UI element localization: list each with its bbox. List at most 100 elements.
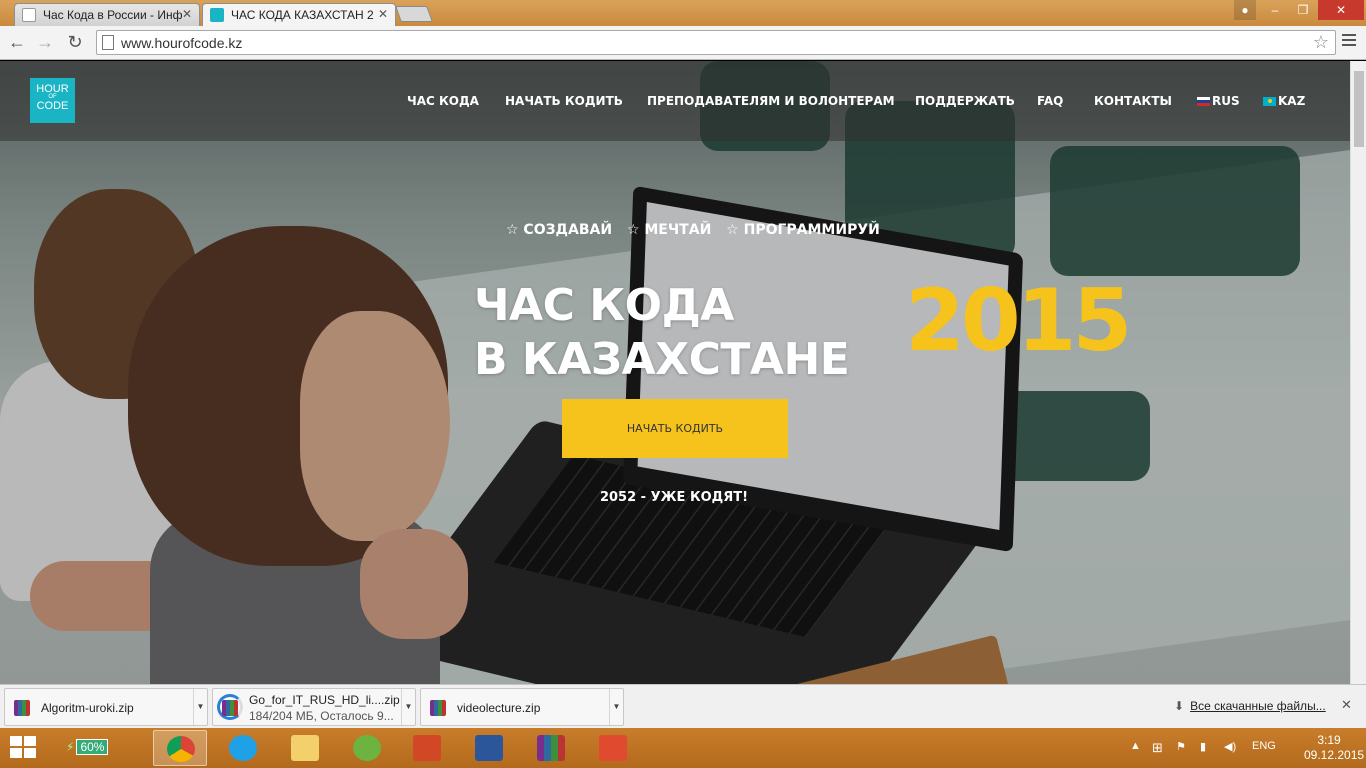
tagline-program: ☆ ПРОГРАММИРУЙ bbox=[726, 222, 880, 238]
download-item[interactable]: videolecture.zip ▼ bbox=[420, 688, 624, 726]
taskbar-clock[interactable]: 3:19 09.12.2015 bbox=[1304, 733, 1365, 763]
hero-year: 2015 bbox=[905, 271, 1132, 371]
coders-counter: 2052 - УЖЕ КОДЯТ! bbox=[0, 490, 1350, 505]
winrar-archive-icon bbox=[430, 700, 446, 716]
hour-of-code-favicon bbox=[210, 8, 224, 22]
pdf-reader-icon bbox=[599, 735, 627, 761]
tab-title: ЧАС КОДА КАЗАХСТАН 2 bbox=[231, 8, 374, 22]
browser-toolbar: ← → ↻ www.hourofcode.kz ☆ bbox=[0, 26, 1366, 60]
download-filename: Go_for_IT_RUS_HD_li....zip bbox=[249, 693, 400, 707]
coders-counter-text: 2052 - УЖЕ КОДЯТ! bbox=[599, 490, 749, 505]
lang-kaz-link[interactable]: KAZ bbox=[1263, 94, 1305, 108]
tab-active[interactable]: ЧАС КОДА КАЗАХСТАН 2 ✕ bbox=[202, 3, 396, 26]
page-icon bbox=[102, 35, 114, 50]
chrome-icon bbox=[167, 736, 195, 762]
chevron-down-icon[interactable]: ▼ bbox=[401, 689, 415, 725]
browser-tab-strip: Час Кода в России - Инф ✕ ЧАС КОДА КАЗАХ… bbox=[0, 0, 1366, 26]
maximize-button[interactable]: ❐ bbox=[1290, 0, 1316, 20]
minimize-button[interactable]: – bbox=[1262, 0, 1288, 20]
browser-menu-icon[interactable] bbox=[1342, 34, 1356, 49]
bookmark-star-icon[interactable]: ☆ bbox=[1313, 32, 1329, 53]
back-arrow-icon[interactable]: ← bbox=[6, 31, 28, 53]
network-signal-icon[interactable]: ▮ bbox=[1200, 740, 1206, 753]
windows-start-icon[interactable] bbox=[10, 736, 38, 760]
nav-contacts[interactable]: КОНТАКТЫ bbox=[1094, 94, 1172, 108]
site-header: HOUR OF CODE ЧАС КОДА НАЧАТЬ КОДИТЬ ПРЕП… bbox=[0, 61, 1350, 141]
clock-time: 3:19 bbox=[1317, 733, 1341, 747]
language-indicator[interactable]: ENG bbox=[1252, 740, 1276, 752]
lang-rus-link[interactable]: RUS bbox=[1197, 94, 1240, 108]
taskbar-utorrent[interactable] bbox=[340, 730, 394, 766]
page-code-icon bbox=[22, 8, 36, 22]
internet-explorer-icon bbox=[229, 735, 257, 761]
reload-icon[interactable]: ↻ bbox=[64, 31, 86, 53]
powerpoint-icon bbox=[413, 735, 441, 761]
download-status: 184/204 МБ, Осталось 9... bbox=[249, 709, 394, 723]
lang-label: KAZ bbox=[1278, 94, 1306, 108]
action-center-icon[interactable]: ⊞ bbox=[1152, 740, 1163, 756]
hero-title: ЧАС КОДА В КАЗАХСТАНЕ bbox=[474, 279, 850, 387]
chevron-down-icon[interactable]: ▼ bbox=[609, 689, 623, 725]
taskbar-chrome[interactable] bbox=[153, 730, 207, 766]
download-item[interactable]: Go_for_IT_RUS_HD_li....zip 184/204 МБ, О… bbox=[212, 688, 416, 726]
tagline-dream: ☆ МЕЧТАЙ bbox=[626, 222, 712, 238]
folder-icon bbox=[291, 735, 319, 761]
windows-taskbar: ⚡ 60% ▲ ⊞ ⚑ ▮ ◀) ENG 3:19 09.12.2015 bbox=[0, 728, 1366, 768]
new-tab-button[interactable] bbox=[395, 6, 433, 22]
close-download-shelf-icon[interactable]: ✕ bbox=[1341, 697, 1352, 713]
download-item[interactable]: Algoritm-uroki.zip ▼ bbox=[4, 688, 208, 726]
volume-icon[interactable]: ◀) bbox=[1224, 740, 1236, 753]
forward-arrow-icon[interactable]: → bbox=[34, 31, 56, 53]
utorrent-icon bbox=[353, 735, 381, 761]
download-arrow-icon: ⬇ bbox=[1174, 699, 1185, 713]
taskbar-winrar[interactable] bbox=[524, 730, 578, 766]
close-tab-icon[interactable]: ✕ bbox=[182, 7, 192, 21]
hero-title-line1: ЧАС КОДА bbox=[474, 280, 734, 331]
address-bar[interactable]: www.hourofcode.kz ☆ bbox=[96, 30, 1336, 55]
nav-hour-of-code[interactable]: ЧАС КОДА bbox=[407, 94, 479, 108]
clock-date: 09.12.2015 bbox=[1304, 748, 1365, 762]
taskbar-file-explorer[interactable] bbox=[278, 730, 332, 766]
tagline-create: ☆ СОЗДАВАЙ bbox=[506, 222, 613, 238]
url-text[interactable]: www.hourofcode.kz bbox=[121, 35, 242, 51]
winrar-archive-icon bbox=[222, 700, 238, 716]
taskbar-internet-explorer[interactable] bbox=[216, 730, 270, 766]
all-downloads-label: Все скачанные файлы... bbox=[1190, 699, 1326, 713]
logo-text: CODE bbox=[36, 100, 69, 112]
scrollbar-thumb[interactable] bbox=[1354, 71, 1364, 147]
lang-label: RUS bbox=[1212, 94, 1240, 108]
hero-taglines: ☆ СОЗДАВАЙ ☆ МЕЧТАЙ ☆ ПРОГРАММИРУЙ bbox=[506, 222, 890, 238]
kazakhstan-flag-icon bbox=[1263, 97, 1276, 106]
tab-title: Час Кода в России - Инф bbox=[43, 8, 183, 22]
user-profile-icon[interactable]: ● bbox=[1234, 0, 1256, 20]
nav-teachers-volunteers[interactable]: ПРЕПОДАВАТЕЛЯМ И ВОЛОНТЕРАМ bbox=[647, 94, 895, 108]
taskbar-pdf-reader[interactable] bbox=[586, 730, 640, 766]
flag-icon[interactable]: ⚑ bbox=[1176, 740, 1186, 753]
all-downloads-link[interactable]: ⬇ Все скачанные файлы... bbox=[1174, 699, 1326, 713]
page-scrollbar[interactable] bbox=[1350, 61, 1366, 684]
power-plug-icon: ⚡ bbox=[66, 740, 75, 754]
winrar-icon bbox=[537, 735, 565, 761]
winrar-archive-icon bbox=[14, 700, 30, 716]
chevron-down-icon[interactable]: ▼ bbox=[193, 689, 207, 725]
hour-of-code-logo[interactable]: HOUR OF CODE bbox=[30, 78, 75, 123]
battery-level: 60% bbox=[76, 739, 109, 755]
nav-start-coding[interactable]: НАЧАТЬ КОДИТЬ bbox=[505, 94, 623, 108]
download-shelf: Algoritm-uroki.zip ▼ Go_for_IT_RUS_HD_li… bbox=[0, 684, 1366, 728]
download-filename: videolecture.zip bbox=[457, 701, 541, 715]
download-filename: Algoritm-uroki.zip bbox=[41, 701, 134, 715]
hero-title-line2: В КАЗАХСТАНЕ bbox=[474, 334, 850, 385]
taskbar-word[interactable] bbox=[462, 730, 516, 766]
battery-indicator[interactable]: ⚡ 60% bbox=[66, 739, 109, 755]
tab-inactive[interactable]: Час Кода в России - Инф ✕ bbox=[14, 3, 200, 26]
nav-faq[interactable]: FAQ bbox=[1037, 94, 1063, 108]
nav-support[interactable]: ПОДДЕРЖАТЬ bbox=[915, 94, 1015, 108]
close-tab-icon[interactable]: ✕ bbox=[378, 7, 388, 21]
start-coding-button[interactable]: НАЧАТЬ КОДИТЬ bbox=[562, 399, 788, 458]
show-hidden-icons-icon[interactable]: ▲ bbox=[1130, 740, 1141, 752]
close-window-button[interactable]: ✕ bbox=[1318, 0, 1364, 20]
taskbar-powerpoint[interactable] bbox=[400, 730, 454, 766]
russia-flag-icon bbox=[1197, 97, 1210, 106]
page-viewport: HOUR OF CODE ЧАС КОДА НАЧАТЬ КОДИТЬ ПРЕП… bbox=[0, 61, 1350, 684]
word-icon bbox=[475, 735, 503, 761]
